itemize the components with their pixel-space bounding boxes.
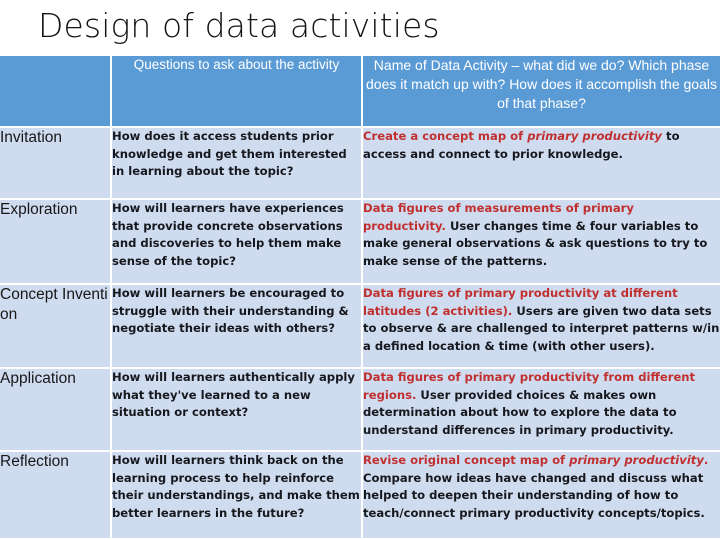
table-header-activity-name: Name of Data Activity – what did we do? … (362, 56, 720, 127)
table-body: Invitation How does it access students pr… (0, 126, 720, 538)
activity-lead-text: Create a concept map of primary producti… (363, 129, 662, 143)
phase-label: Concept Invention (0, 283, 112, 368)
activity-body-text: Compare how ideas have changed and discu… (363, 470, 705, 520)
data-activity-description: Create a concept map of primary producti… (362, 126, 720, 199)
table-row: Reflection How will learners think back o… (0, 450, 720, 538)
table-row: Exploration How will learners have experi… (0, 198, 720, 284)
guiding-question: How will learners think back on the lear… (111, 450, 363, 538)
phase-label: Application (0, 367, 112, 451)
table-header-phase (0, 56, 112, 127)
activity-lead-plain: Revise original concept map of (363, 453, 570, 467)
table-header-row: Questions to ask about the activity Name… (0, 56, 720, 127)
data-activity-description: Data figures of primary productivity at … (362, 283, 720, 368)
activity-lead-emphasis: primary productivity (527, 129, 662, 143)
activity-lead-text: Revise original concept map of primary p… (363, 453, 708, 467)
phase-label: Exploration (0, 198, 112, 284)
activity-lead-plain: Create a concept map of (363, 129, 528, 143)
guiding-question: How will learners have experiences that … (111, 198, 363, 284)
data-activity-description: Data figures of primary productivity fro… (362, 367, 720, 451)
data-activity-description: Data figures of measurements of primary … (362, 198, 720, 284)
activity-lead-emphasis: primary productivity (569, 453, 704, 467)
table-row: Concept Invention How will learners be en… (0, 283, 720, 368)
table-row: Invitation How does it access students pr… (0, 126, 720, 199)
guiding-question: How will learners be encouraged to strug… (111, 283, 363, 368)
data-activity-description: Revise original concept map of primary p… (362, 450, 720, 538)
phase-label: Invitation (0, 126, 112, 199)
guiding-question: How does it access students prior knowle… (111, 126, 363, 199)
design-of-data-activities-table: Questions to ask about the activity Name… (0, 56, 720, 538)
guiding-question: How will learners authentically apply wh… (111, 367, 363, 451)
table-row: Application How will learners authentical… (0, 367, 720, 451)
table-header-questions: Questions to ask about the activity (111, 56, 363, 127)
page-title: Design of data activities (38, 6, 440, 45)
activity-lead-tail: . (703, 453, 709, 467)
phase-label: Reflection (0, 450, 112, 538)
